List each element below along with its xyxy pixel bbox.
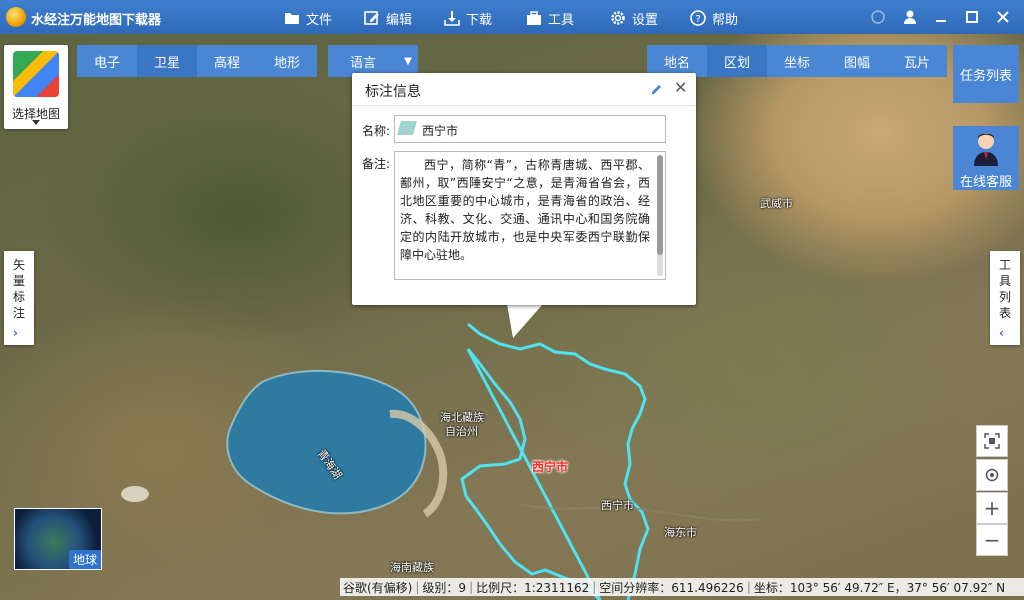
chevron-down-icon (32, 120, 40, 125)
map-label-xining-city: 西宁市 (601, 499, 634, 512)
map-type-terrain[interactable]: 地形 (257, 45, 317, 77)
map-type-group: 电子 卫星 高程 地形 (77, 45, 317, 77)
map-label-wuwei: 武威市 (760, 197, 793, 210)
status-resolution: 空间分辨率：611.496226 (599, 580, 744, 595)
close-window-icon[interactable] (995, 9, 1011, 25)
status-level: 级别：9 (422, 580, 467, 595)
tool-coordinate[interactable]: 坐标 (767, 45, 827, 77)
popup-header: 标注信息 ✕ (352, 73, 696, 106)
tool-map-sheet[interactable]: 图幅 (827, 45, 887, 77)
map-select-button[interactable]: 选择地图 (4, 45, 68, 129)
close-icon[interactable]: ✕ (674, 80, 687, 96)
lake-shape (226, 369, 427, 515)
note-scrollbar[interactable] (657, 155, 663, 276)
menu-download[interactable]: 下载 (444, 8, 492, 28)
title-bar: 水经注万能地图下载器 文件 编辑 下载 工具 设置 ? 帮助 (0, 0, 1024, 34)
chevron-left-icon: ‹ (999, 326, 1004, 340)
region-swatch-icon (397, 121, 417, 135)
chevron-right-icon: › (13, 326, 18, 340)
locate-icon (985, 468, 999, 482)
menu-tools[interactable]: 工具 (526, 8, 574, 28)
note-label: 备注: (362, 157, 391, 171)
globe-label: 地球 (68, 550, 101, 569)
help-icon: ? (690, 10, 706, 26)
menu-help[interactable]: ? 帮助 (690, 8, 738, 28)
zoom-in-button[interactable]: + (976, 492, 1008, 524)
map-label-xining-region: 西宁市 (532, 460, 569, 474)
toolbox-icon (527, 11, 541, 25)
popup-tail (507, 304, 543, 338)
note-text: 西宁，简称“青”，古称青唐城、西平郡、鄯州，取”西陲安宁“之意，是青海省省会，西… (400, 158, 650, 262)
fullscreen-button[interactable] (976, 425, 1008, 457)
map-label-hainan: 海南藏族 (390, 561, 434, 574)
download-icon (444, 11, 460, 26)
annotation-popup: 标注信息 ✕ 名称: 西宁市 备注: 西宁，简称“青”，古称青唐城、西平郡、鄯州… (352, 73, 696, 305)
minimize-icon[interactable] (933, 9, 949, 25)
task-list-button[interactable]: 任务列表 (953, 45, 1019, 103)
map-label-haidong: 海东市 (664, 526, 697, 539)
vector-annotation-tab[interactable]: 矢 量 标 注 › (4, 251, 34, 345)
name-label: 名称: (362, 124, 391, 138)
menu-edit[interactable]: 编辑 (364, 8, 412, 28)
locate-button[interactable] (976, 459, 1008, 491)
status-indicator-icon (870, 9, 886, 25)
edit-pencil-icon[interactable] (650, 82, 664, 96)
gear-icon (611, 11, 625, 25)
name-field[interactable]: 西宁市 (394, 115, 666, 143)
fullscreen-icon (984, 433, 1000, 449)
tool-district[interactable]: 区划 (707, 45, 767, 77)
zoom-out-button[interactable]: − (976, 524, 1008, 556)
app-title: 水经注万能地图下载器 (31, 13, 162, 28)
edit-icon (364, 11, 379, 25)
status-source: 谷歌(有偏移) (343, 580, 413, 595)
menu-settings[interactable]: 设置 (610, 8, 658, 28)
name-value: 西宁市 (422, 124, 459, 138)
globe-view-button[interactable]: 地球 (14, 508, 102, 570)
map-label-haibei-2: 自治州 (445, 425, 478, 438)
google-maps-icon (13, 51, 59, 97)
maximize-icon[interactable] (964, 9, 980, 25)
support-agent-icon (974, 133, 998, 166)
online-support-button[interactable]: 在线客服 (953, 126, 1019, 190)
user-icon[interactable] (902, 9, 918, 25)
status-scale: 比例尺：1:2311162 (476, 580, 590, 595)
minus-icon: − (983, 528, 1001, 552)
tool-list-tab[interactable]: 工 具 列 表 ‹ (990, 251, 1020, 345)
menu-file[interactable]: 文件 (284, 8, 332, 28)
map-type-satellite[interactable]: 卫星 (137, 45, 197, 77)
svg-text:?: ? (695, 14, 700, 25)
map-type-electronic[interactable]: 电子 (77, 45, 137, 77)
tool-tile[interactable]: 瓦片 (887, 45, 947, 77)
status-bar: 谷歌(有偏移) | 级别：9 | 比例尺：1:2311162 | 空间分辨率：6… (340, 578, 1024, 596)
status-coords: 坐标：103° 56′ 49.72″ E，37° 56′ 07.92″ N (753, 580, 1006, 595)
map-type-elevation[interactable]: 高程 (197, 45, 257, 77)
app-logo-icon (6, 7, 26, 27)
note-scrollbar-thumb[interactable] (657, 155, 663, 255)
popup-title: 标注信息 (365, 84, 421, 100)
plus-icon: + (983, 496, 1001, 520)
note-textarea[interactable]: 西宁，简称“青”，古称青唐城、西平郡、鄯州，取”西陲安宁“之意，是青海省省会，西… (394, 151, 666, 280)
folder-icon (285, 13, 299, 24)
